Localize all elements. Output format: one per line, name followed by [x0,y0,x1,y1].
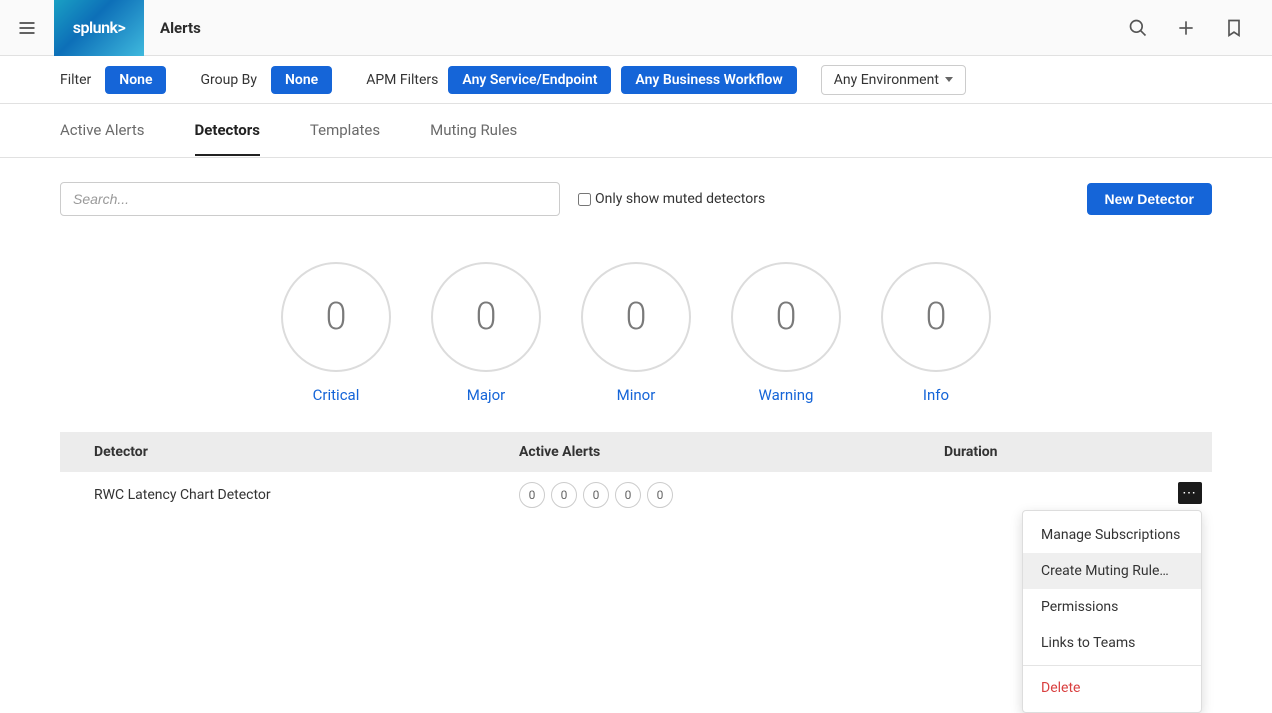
severity-warning-label: Warning [759,386,814,404]
alert-count-info: 0 [647,482,673,508]
muted-checkbox[interactable] [578,193,591,206]
filter-label: Filter [60,72,91,88]
muted-checkbox-label: Only show muted detectors [595,191,765,207]
severity-warning-count: 0 [731,262,841,372]
action-create-muting-rule[interactable]: Create Muting Rule… [1023,553,1201,589]
bookmark-icon[interactable] [1224,18,1244,38]
column-active-alerts[interactable]: Active Alerts [519,444,944,460]
content-area: Only show muted detectors New Detector 0… [0,158,1272,578]
column-detector[interactable]: Detector [94,444,519,460]
action-manage-subscriptions[interactable]: Manage Subscriptions [1023,517,1201,553]
severity-info-count: 0 [881,262,991,372]
search-row: Only show muted detectors New Detector [60,182,1212,216]
top-header: splunk> Alerts [0,0,1272,56]
filter-bar: Filter None Group By None APM Filters An… [0,56,1272,104]
more-icon: ⋯ [1182,486,1198,500]
action-permissions[interactable]: Permissions [1023,589,1201,625]
severity-critical[interactable]: 0 Critical [281,262,391,404]
severity-info-label: Info [923,386,949,404]
apm-service-pill[interactable]: Any Service/Endpoint [448,66,611,94]
hamburger-button[interactable] [0,18,54,38]
alert-count-minor: 0 [583,482,609,508]
new-detector-button[interactable]: New Detector [1087,183,1212,215]
tabs: Active Alerts Detectors Templates Muting… [0,104,1272,158]
action-delete[interactable]: Delete [1023,670,1201,706]
search-icon[interactable] [1128,18,1148,38]
alert-count-critical: 0 [519,482,545,508]
alert-count-major: 0 [551,482,577,508]
tab-templates[interactable]: Templates [310,105,380,156]
add-icon[interactable] [1176,18,1196,38]
detector-name: RWC Latency Chart Detector [94,487,519,503]
tab-detectors[interactable]: Detectors [195,105,260,156]
severity-info[interactable]: 0 Info [881,262,991,404]
splunk-logo[interactable]: splunk> [54,0,144,56]
severity-major[interactable]: 0 Major [431,262,541,404]
tab-active-alerts[interactable]: Active Alerts [60,105,145,156]
severity-critical-count: 0 [281,262,391,372]
actions-dropdown: Manage Subscriptions Create Muting Rule…… [1022,510,1202,713]
environment-dropdown[interactable]: Any Environment [821,65,966,95]
severity-major-count: 0 [431,262,541,372]
column-duration[interactable]: Duration [944,444,1178,460]
search-input[interactable] [60,182,560,216]
apm-workflow-pill[interactable]: Any Business Workflow [621,66,796,94]
severity-minor-count: 0 [581,262,691,372]
header-icons [1128,18,1272,38]
muted-detectors-check[interactable]: Only show muted detectors [578,191,765,207]
severity-major-label: Major [467,386,505,404]
tab-muting-rules[interactable]: Muting Rules [430,105,517,156]
page-title: Alerts [160,19,201,37]
environment-value: Any Environment [834,72,939,88]
table-row[interactable]: RWC Latency Chart Detector 0 0 0 0 0 ⋯ M… [60,472,1212,518]
action-links-to-teams[interactable]: Links to Teams [1023,625,1201,661]
chevron-down-icon [945,77,953,82]
severity-row: 0 Critical 0 Major 0 Minor 0 Warning 0 I… [60,262,1212,404]
filter-pill[interactable]: None [105,66,166,94]
detectors-table: Detector Active Alerts Duration RWC Late… [60,432,1212,518]
group-by-pill[interactable]: None [271,66,332,94]
group-by-label: Group By [200,72,257,88]
table-header: Detector Active Alerts Duration [60,432,1212,472]
severity-minor[interactable]: 0 Minor [581,262,691,404]
more-actions-button[interactable]: ⋯ [1178,482,1202,504]
alert-count-warning: 0 [615,482,641,508]
severity-minor-label: Minor [617,386,656,404]
dropdown-divider [1023,665,1201,666]
severity-critical-label: Critical [313,386,360,404]
apm-filters-label: APM Filters [366,72,438,88]
severity-warning[interactable]: 0 Warning [731,262,841,404]
apm-filters: APM Filters Any Service/Endpoint Any Bus… [366,65,966,95]
detector-alert-counts: 0 0 0 0 0 [519,482,944,508]
hamburger-icon [17,18,37,38]
